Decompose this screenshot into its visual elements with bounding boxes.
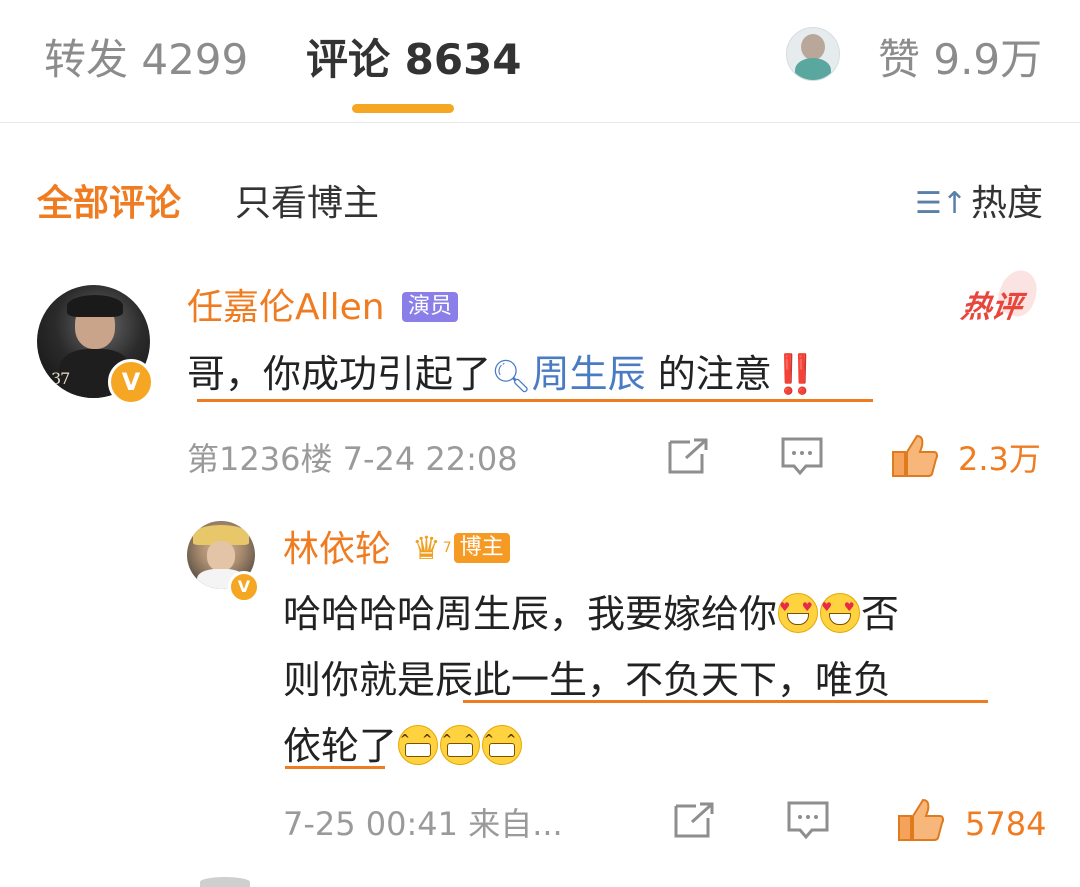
verified-badge-icon: V (228, 571, 260, 603)
sort-icon: ☰↑ (914, 186, 967, 221)
filter-all-comments[interactable]: 全部评论 (37, 180, 181, 228)
tab-like[interactable]: 赞 9.9万 (878, 32, 1042, 88)
reply-author[interactable]: 林依轮 (283, 526, 391, 574)
grin-emoji: ^ ^ (440, 725, 481, 765)
crown-icon: ♛ (412, 529, 441, 567)
like-count: 2.3万 (958, 440, 1041, 478)
tab-repost[interactable]: 转发 4299 (44, 32, 248, 88)
comment-author[interactable]: 任嘉伦Allen (187, 284, 385, 332)
crown-level: 7 (442, 540, 452, 556)
next-comment-avatar-peek (200, 877, 250, 887)
highlight-underline (463, 700, 988, 703)
tabs-divider (0, 122, 1080, 123)
double-exclamation-emoji: ‼️ (771, 352, 820, 396)
reply-text-line-1: 哈哈哈哈周生辰，我要嫁给你 ♥ ♥ ♥ ♥ 否 (283, 582, 899, 646)
comment-text-end: 的注意 (645, 352, 772, 396)
mention-link[interactable]: 🔍︎周生辰 (491, 352, 646, 396)
active-tab-indicator (352, 104, 454, 113)
heart-eyes-emoji: ♥ ♥ (778, 593, 819, 633)
mention-text: 周生辰 (531, 352, 646, 396)
sort-label: 热度 (970, 183, 1043, 224)
highlight-underline (285, 766, 385, 769)
verified-badge-icon: V (108, 359, 154, 405)
thumbs-up-icon[interactable] (896, 796, 946, 851)
comment-icon[interactable] (786, 800, 830, 849)
grin-emoji: ^ ^ (482, 725, 523, 765)
reply-line-1-text: 哈哈哈哈周生辰，我要嫁给你 (283, 592, 778, 636)
thumbs-up-icon[interactable] (890, 432, 940, 487)
grin-emoji: ^ ^ (398, 725, 439, 765)
reply-line-3-text: 依轮了 (283, 724, 398, 768)
reply-line-1-tail: 否 (861, 592, 900, 636)
sort-button[interactable]: ☰↑ 热度 (915, 180, 1043, 228)
share-icon[interactable] (666, 436, 710, 485)
heart-eyes-emoji: ♥ ♥ (820, 593, 861, 633)
liker-avatar[interactable] (786, 27, 840, 81)
search-icon: 🔍︎ (491, 357, 532, 395)
comment-meta: 第1236楼 7-24 22:08 (187, 440, 518, 478)
hot-comment-label: 热评 (959, 290, 1024, 325)
tab-comment[interactable]: 评论 8634 (306, 32, 522, 88)
highlight-underline (197, 399, 873, 402)
like-count: 5784 (965, 805, 1047, 843)
avatar-caption: 37 (51, 369, 70, 388)
actor-badge: 演员 (402, 292, 459, 322)
comment-icon[interactable] (780, 436, 824, 485)
filter-owner-only[interactable]: 只看博主 (235, 180, 379, 228)
reply-meta: 7-25 00:41 来自... (283, 805, 563, 843)
blogger-badge: ♛ 7 博主 (412, 529, 510, 567)
owner-badge: 博主 (453, 533, 510, 563)
comment-text-start: 哥，你成功引起了 (187, 352, 492, 396)
share-icon[interactable] (672, 800, 716, 849)
